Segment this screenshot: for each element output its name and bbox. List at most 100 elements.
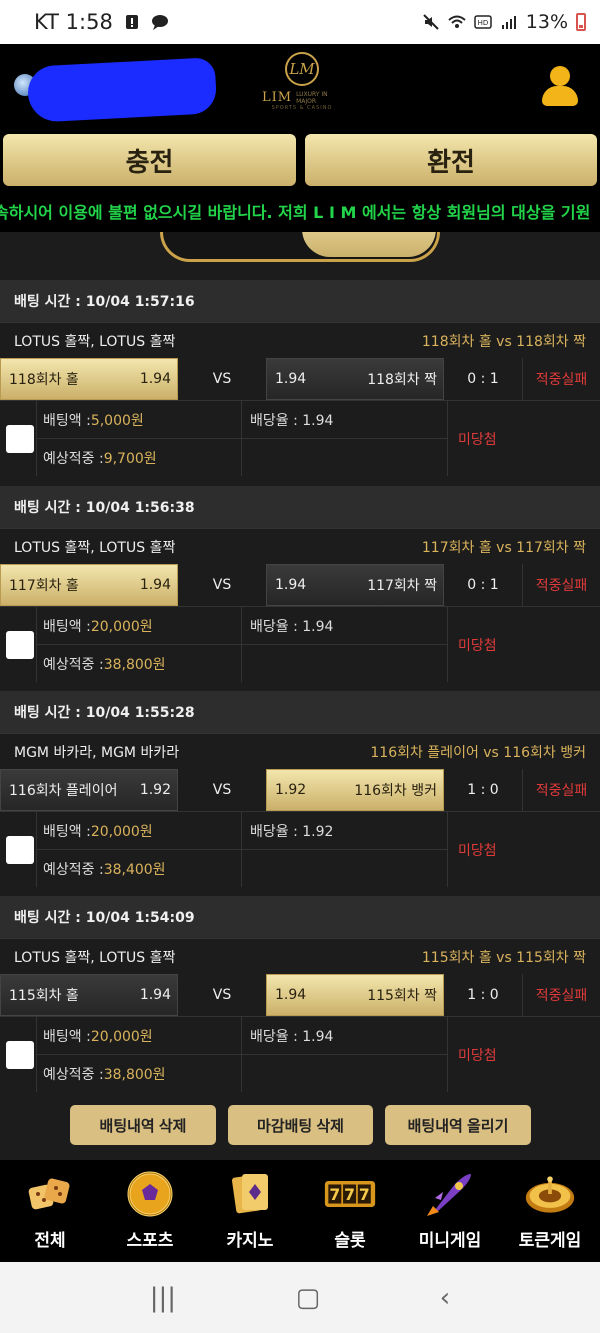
signal-icon (501, 16, 516, 29)
bet-detail-row: 배팅액 : 20,000원 예상적중 : 38,400원 배당율 : 1.92 … (0, 811, 600, 887)
rocket-icon (424, 1170, 476, 1218)
nav-all[interactable]: 전체 (0, 1160, 100, 1262)
odd-right-option[interactable]: 1.92 116회차 뱅커 (266, 769, 444, 811)
delete-closed-button[interactable]: 마감배팅 삭제 (228, 1105, 373, 1145)
svg-text:7: 7 (329, 1186, 340, 1204)
battery-percent: 13% (525, 11, 568, 33)
bet-detail-row: 배팅액 : 5,000원 예상적중 : 9,700원 배당율 : 1.94 미당… (0, 400, 600, 476)
odd-left-option[interactable]: 116회차 플레이어 1.92 (0, 769, 178, 811)
bet-result: 적중실패 (522, 974, 600, 1016)
recent-apps-icon[interactable]: ||| (150, 1283, 176, 1313)
nav-slot[interactable]: 777 슬롯 (300, 1160, 400, 1262)
bet-amount-row: 배팅액 : 20,000원 (37, 812, 241, 849)
nav-label: 전체 (34, 1231, 66, 1251)
odd-right-option[interactable]: 1.94 117회차 짝 (266, 564, 444, 606)
bet-select-checkbox[interactable] (0, 607, 36, 682)
odd-left-value: 1.94 (139, 987, 171, 1003)
bet-amount: 20,000원 (90, 618, 153, 635)
roulette-icon (524, 1170, 576, 1218)
home-icon[interactable]: ▢ (296, 1283, 321, 1313)
logo-sub: SPORTS & CASINO (271, 105, 333, 111)
bet-odds-row: 115회차 홀 1.94 VS 1.94 115회차 짝 1 : 0 적중실패 (0, 974, 600, 1016)
bet-time: 배팅 시간 : 10/04 1:57:16 (0, 280, 600, 322)
odd-left-option[interactable]: 118회차 홀 1.94 (0, 358, 178, 400)
expected-amount: 9,700원 (103, 450, 157, 467)
bet-record: 배팅 시간 : 10/04 1:57:16 LOTUS 홀짝, LOTUS 홀짝… (0, 280, 600, 476)
bet-amount: 20,000원 (90, 823, 153, 840)
odd-left-label: 115회차 홀 (9, 988, 79, 1004)
bet-game-row: LOTUS 홀짝, LOTUS 홀짝 117회차 홀 vs 117회차 짝 (0, 528, 600, 564)
tab-active[interactable] (302, 232, 436, 257)
user-profile-icon[interactable] (540, 66, 580, 108)
bet-amount: 20,000원 (90, 1028, 153, 1045)
odd-right-value: 1.94 (275, 577, 307, 593)
expected-row: 예상적중 : 38,800원 (37, 644, 241, 682)
svg-text:HD: HD (477, 19, 488, 27)
cards-icon (224, 1170, 276, 1218)
bet-select-checkbox[interactable] (0, 1017, 36, 1092)
hd-icon: HD (474, 15, 492, 29)
bet-match: 115회차 홀 vs 115회차 짝 (421, 949, 586, 966)
logo-name: LIM (262, 90, 293, 105)
battery-icon (576, 13, 586, 31)
expected-row: 예상적중 : 9,700원 (37, 438, 241, 476)
bet-select-checkbox[interactable] (0, 812, 36, 887)
bet-match: 116회차 플레이어 vs 116회차 뱅커 (370, 744, 586, 761)
bet-score: 0 : 1 (467, 577, 499, 593)
odd-right-label: 115회차 짝 (367, 988, 437, 1004)
bet-status: 미당첨 (458, 842, 497, 859)
bet-result: 적중실패 (522, 358, 600, 400)
dice-icon (24, 1170, 76, 1218)
tab-bar (0, 232, 600, 280)
nav-minigame[interactable]: 미니게임 (400, 1160, 500, 1262)
odd-left-value: 1.94 (139, 577, 171, 593)
odd-right-option[interactable]: 1.94 118회차 짝 (266, 358, 444, 400)
vs-label: VS (178, 769, 266, 811)
vs-label: VS (178, 974, 266, 1016)
odds-rate: 배당율 : 1.92 (250, 823, 334, 840)
svg-text:7: 7 (359, 1186, 370, 1204)
expected-amount: 38,400원 (103, 861, 166, 878)
bet-odds-row: 116회차 플레이어 1.92 VS 1.92 116회차 뱅커 1 : 0 적… (0, 769, 600, 811)
bet-time: 배팅 시간 : 10/04 1:54:09 (0, 896, 600, 938)
nav-label: 토큰게임 (518, 1231, 582, 1251)
exchange-button[interactable]: 환전 (305, 134, 597, 186)
odd-right-option[interactable]: 1.94 115회차 짝 (266, 974, 444, 1016)
odd-left-option[interactable]: 115회차 홀 1.94 (0, 974, 178, 1016)
expected-amount: 38,800원 (103, 656, 166, 673)
odd-right-label: 116회차 뱅커 (354, 783, 437, 799)
upload-history-button[interactable]: 배팅내역 올리기 (385, 1105, 531, 1145)
bet-amount-label: 배팅액 : (43, 412, 91, 429)
bet-select-checkbox[interactable] (0, 401, 36, 476)
nav-label: 스포츠 (126, 1231, 174, 1251)
nav-casino[interactable]: 카지노 (200, 1160, 300, 1262)
nav-label: 카지노 (226, 1231, 274, 1251)
odd-right-label: 117회차 짝 (367, 578, 437, 594)
nav-token-game[interactable]: 토큰게임 (500, 1160, 600, 1262)
nav-sports[interactable]: 스포츠 (100, 1160, 200, 1262)
bet-match: 117회차 홀 vs 117회차 짝 (421, 539, 586, 556)
expected-label: 예상적중 : (43, 1066, 104, 1083)
vs-label: VS (178, 564, 266, 606)
carrier-time: KT 1:58 (34, 10, 113, 34)
bet-game-row: LOTUS 홀짝, LOTUS 홀짝 115회차 홀 vs 115회차 짝 (0, 938, 600, 974)
logo-tag: LUXURY IN MAJOR (296, 90, 328, 105)
odd-right-value: 1.94 (275, 371, 307, 387)
lim-logo[interactable]: LM LIM LUXURY IN MAJOR SPORTS & CASINO (262, 52, 342, 118)
system-nav-bar: ||| ▢ ‹ (0, 1262, 600, 1333)
svg-text:7: 7 (344, 1186, 355, 1204)
expected-row: 예상적중 : 38,400원 (37, 849, 241, 887)
bet-odds-row: 118회차 홀 1.94 VS 1.94 118회차 짝 0 : 1 적중실패 (0, 358, 600, 400)
bet-score: 1 : 0 (467, 987, 499, 1003)
charge-button[interactable]: 충전 (3, 134, 296, 186)
bet-time: 배팅 시간 : 10/04 1:55:28 (0, 691, 600, 733)
bet-game-name: LOTUS 홀짝, LOTUS 홀짝 (14, 539, 176, 556)
bottom-nav: 전체 스포츠 카지노 777 슬롯 미니게임 토큰게임 (0, 1160, 600, 1262)
odd-left-option[interactable]: 117회차 홀 1.94 (0, 564, 178, 606)
bet-status: 미당첨 (458, 637, 497, 654)
back-icon[interactable]: ‹ (440, 1283, 450, 1313)
marquee-text: 속하시어 이용에 불편 없으시길 바랍니다. 저희 L I M 에서는 항상 회… (0, 203, 591, 222)
delete-history-button[interactable]: 배팅내역 삭제 (70, 1105, 216, 1145)
status-bar: KT 1:58 HD 13% (0, 0, 600, 44)
soccer-ball-icon (124, 1170, 176, 1218)
